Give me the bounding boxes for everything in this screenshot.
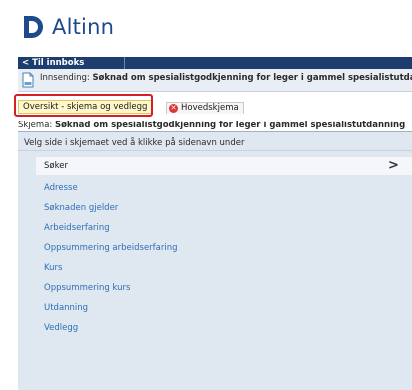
nav-item-oppsummering-arbeidserfaring[interactable]: Oppsummering arbeidserfaring (44, 243, 178, 253)
topbar-divider (124, 57, 125, 69)
navigation-instruction: Velg side i skjemaet ved å klikke på sid… (24, 138, 245, 148)
tab-bar: Oversikt - skjema og vedlegg ✕ Hovedskje… (14, 92, 412, 121)
back-to-inbox-link[interactable]: < Til innboks (22, 57, 84, 69)
submission-title: Innsending: Søknad om spesialistgodkjenn… (40, 73, 412, 83)
tab-main-form[interactable]: ✕ Hovedskjema (166, 102, 244, 114)
form-navigation-panel: Velg side i skjemaet ved å klikke på sid… (18, 132, 412, 390)
top-navigation-bar: < Til innboks (18, 57, 412, 69)
altinn-logo-icon (24, 16, 43, 38)
nav-item-soker[interactable]: Søker > (36, 157, 412, 175)
submission-header: Innsending: Søknad om spesialistgodkjenn… (18, 69, 412, 92)
nav-item-arbeidserfaring[interactable]: Arbeidserfaring (44, 223, 110, 233)
tab-main-label: Hovedskjema (181, 103, 239, 113)
nav-item-soknaden-gjelder[interactable]: Søknaden gjelder (44, 203, 118, 213)
altinn-logo[interactable]: Altinn (22, 13, 114, 41)
nav-item-vedlegg[interactable]: Vedlegg (44, 323, 78, 333)
schema-title: Skjema: Søknad om spesialistgodkjenning … (18, 121, 406, 130)
schema-header: Skjema: Søknad om spesialistgodkjenning … (18, 121, 412, 132)
divider (18, 150, 412, 151)
nav-item-oppsummering-kurs[interactable]: Oppsummering kurs (44, 283, 130, 293)
nav-item-utdanning[interactable]: Utdanning (44, 303, 88, 313)
error-icon: ✕ (169, 104, 178, 113)
nav-item-adresse[interactable]: Adresse (44, 183, 78, 193)
brand-name: Altinn (52, 15, 115, 39)
nav-item-label: Søker (44, 161, 68, 171)
highlight-annotation (14, 94, 153, 117)
chevron-right-icon: > (388, 158, 399, 173)
document-icon (22, 72, 34, 88)
nav-item-kurs[interactable]: Kurs (44, 263, 62, 273)
